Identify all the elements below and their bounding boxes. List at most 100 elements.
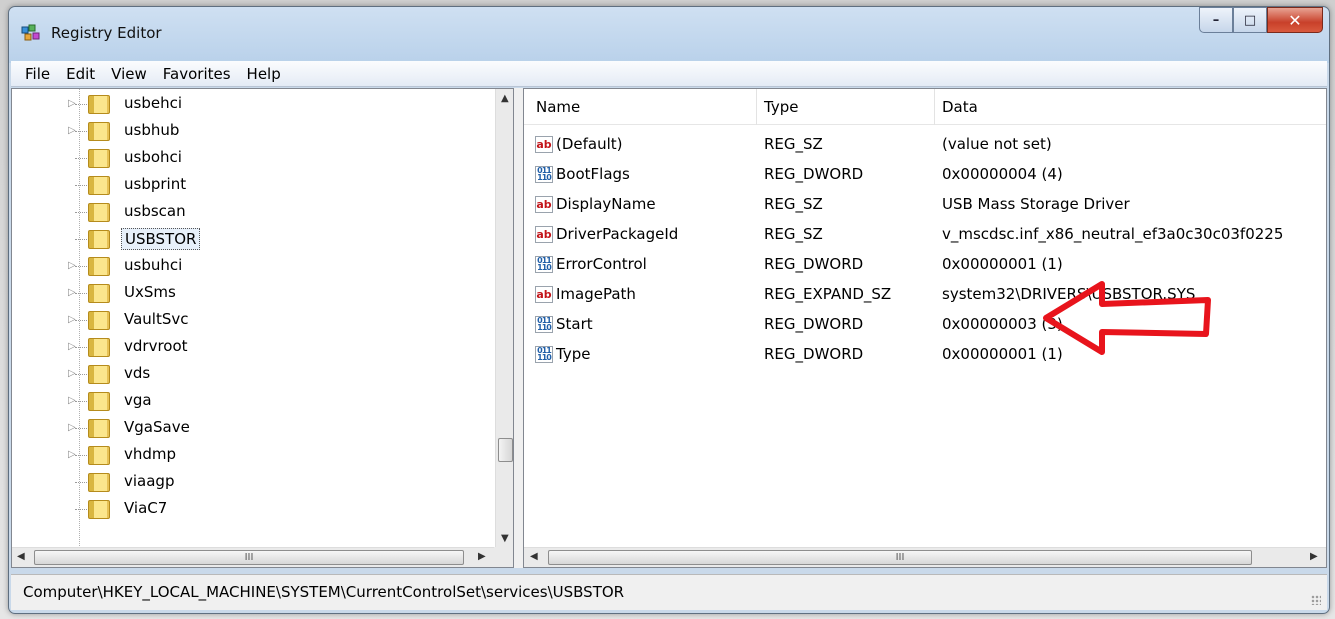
tree-item[interactable]: ▷ VgaSave	[12, 415, 495, 442]
value-row[interactable]: ab DriverPackageId REG_SZ v_mscdsc.inf_x86_…	[524, 221, 1314, 251]
folder-icon	[88, 365, 110, 384]
tree-item[interactable]: usbscan	[12, 199, 495, 226]
registry-editor-icon	[21, 24, 40, 41]
tree-connector	[75, 374, 89, 375]
dword-value-icon: 011 110	[535, 346, 553, 363]
scroll-left-arrow-icon[interactable]: ◀	[530, 551, 538, 562]
values-list-pane[interactable]: Name Type Data ab (Default) REG_SZ (value n…	[523, 88, 1327, 568]
tree-item[interactable]: ▷ usbehci	[12, 91, 495, 118]
tree-item[interactable]: ▷ vga	[12, 388, 495, 415]
tree-item[interactable]: ▷ usbhub	[12, 118, 495, 145]
tree-item[interactable]: ▷ usbuhci	[12, 253, 495, 280]
column-header-type[interactable]: Type	[764, 98, 798, 116]
scroll-corner	[494, 547, 513, 567]
tree-connector	[75, 455, 89, 456]
tree-item[interactable]: ▷ UxSms	[12, 280, 495, 307]
tree-item-label: USBSTOR	[121, 228, 201, 250]
tree-item-label: UxSms	[124, 283, 176, 301]
menu-help[interactable]: Help	[239, 65, 289, 83]
maximize-button[interactable]: □	[1233, 7, 1267, 33]
folder-icon	[88, 203, 110, 222]
value-row[interactable]: 011 110 ErrorControl REG_DWORD 0x00000001 (…	[524, 251, 1314, 281]
key-tree-pane[interactable]: ▷ usbehci ▷ usbhub usbohci usbprint usbscan USB…	[11, 88, 514, 568]
string-value-icon: ab	[535, 286, 553, 303]
value-row[interactable]: 011 110 BootFlags REG_DWORD 0x00000004 (4)	[524, 161, 1314, 191]
value-row[interactable]: 011 110 Type REG_DWORD 0x00000001 (1)	[524, 341, 1314, 371]
tree-connector	[75, 131, 89, 132]
tree-item[interactable]: usbohci	[12, 145, 495, 172]
tree-item-label: ViaC7	[124, 499, 168, 517]
menu-view[interactable]: View	[103, 65, 155, 83]
tree-vertical-scroll-thumb[interactable]	[498, 438, 513, 462]
value-name: DisplayName	[556, 195, 656, 213]
tree-horizontal-scroll-thumb[interactable]: III	[34, 550, 464, 565]
value-data: 0x00000004 (4)	[942, 165, 1063, 183]
value-row[interactable]: 011 110 Start REG_DWORD 0x00000003 (3)	[524, 311, 1314, 341]
value-data: v_mscdsc.inf_x86_neutral_ef3a0c30c03f022…	[942, 225, 1284, 243]
tree-item[interactable]: ViaC7	[12, 496, 495, 523]
tree-connector	[75, 266, 89, 267]
tree-item-label: vds	[124, 364, 151, 382]
value-name: (Default)	[556, 135, 623, 153]
menu-bar: File Edit View Favorites Help	[11, 61, 1327, 87]
string-value-icon: ab	[535, 196, 553, 213]
folder-icon	[88, 311, 110, 330]
tree-vertical-scrollbar[interactable]: ▲ ▼	[495, 89, 513, 548]
folder-icon	[88, 257, 110, 276]
menu-file[interactable]: File	[17, 65, 58, 83]
scroll-left-arrow-icon[interactable]: ◀	[17, 551, 25, 562]
value-type: REG_DWORD	[764, 345, 864, 363]
tree-item[interactable]: ▷ vhdmp	[12, 442, 495, 469]
folder-icon	[88, 95, 110, 114]
scroll-up-arrow-icon[interactable]: ▲	[501, 93, 509, 104]
folder-icon	[88, 176, 110, 195]
list-horizontal-scroll-thumb[interactable]: III	[548, 550, 1252, 565]
list-horizontal-scrollbar[interactable]: ◀ III ▶	[524, 547, 1326, 567]
tree-connector	[75, 104, 89, 105]
value-data: 0x00000001 (1)	[942, 345, 1063, 363]
string-value-icon: ab	[535, 226, 553, 243]
value-type: REG_SZ	[764, 225, 823, 243]
string-value-icon: ab	[535, 136, 553, 153]
minimize-button[interactable]: –	[1199, 7, 1233, 33]
column-header-data[interactable]: Data	[942, 98, 978, 116]
value-name: Start	[556, 315, 593, 333]
tree-horizontal-scrollbar[interactable]: ◀ III ▶	[12, 547, 495, 567]
tree-item[interactable]: ▷ vds	[12, 361, 495, 388]
tree-item-label: vga	[124, 391, 152, 409]
close-button[interactable]: ✕	[1267, 7, 1323, 33]
folder-icon	[88, 419, 110, 438]
value-data: system32\DRIVERS\USBSTOR.SYS	[942, 285, 1196, 303]
title-bar[interactable]: Registry Editor – □ ✕	[9, 7, 1329, 61]
folder-icon	[88, 230, 110, 249]
tree-item[interactable]: USBSTOR	[12, 226, 495, 253]
list-header: Name Type Data	[524, 89, 1326, 125]
value-name: BootFlags	[556, 165, 630, 183]
menu-edit[interactable]: Edit	[58, 65, 103, 83]
value-row[interactable]: ab DisplayName REG_SZ USB Mass Storage Driv…	[524, 191, 1314, 221]
value-row[interactable]: ab (Default) REG_SZ (value not set)	[524, 131, 1314, 161]
scroll-right-arrow-icon[interactable]: ▶	[1310, 551, 1318, 562]
column-header-name[interactable]: Name	[536, 98, 580, 116]
column-divider[interactable]	[756, 89, 757, 125]
resize-grip-icon[interactable]	[1311, 595, 1321, 605]
column-divider[interactable]	[934, 89, 935, 125]
menu-favorites[interactable]: Favorites	[155, 65, 239, 83]
dword-value-icon: 011 110	[535, 256, 553, 273]
tree-item[interactable]: viaagp	[12, 469, 495, 496]
tree-item[interactable]: ▷ VaultSvc	[12, 307, 495, 334]
tree-item[interactable]: ▷ vdrvroot	[12, 334, 495, 361]
key-tree: ▷ usbehci ▷ usbhub usbohci usbprint usbscan USB…	[12, 89, 495, 548]
tree-item[interactable]: usbprint	[12, 172, 495, 199]
value-name: Type	[556, 345, 591, 363]
registry-editor-window: Registry Editor – □ ✕ File Edit View Fav…	[8, 6, 1330, 614]
scroll-down-arrow-icon[interactable]: ▼	[501, 533, 509, 544]
scroll-right-arrow-icon[interactable]: ▶	[478, 551, 486, 562]
value-type: REG_EXPAND_SZ	[764, 285, 892, 303]
pane-splitter[interactable]	[514, 88, 523, 568]
tree-connector	[75, 293, 89, 294]
tree-connector	[75, 185, 89, 186]
tree-connector	[75, 428, 89, 429]
value-data: USB Mass Storage Driver	[942, 195, 1130, 213]
value-row[interactable]: ab ImagePath REG_EXPAND_SZ system32\DRIVERS…	[524, 281, 1314, 311]
